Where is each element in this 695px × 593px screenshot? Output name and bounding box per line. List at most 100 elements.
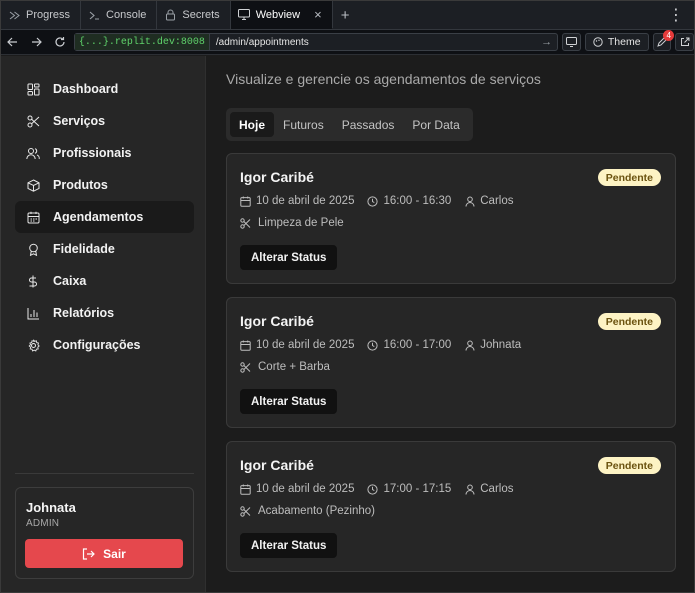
calendar-icon [240,484,251,495]
change-status-button[interactable]: Alterar Status [240,389,338,414]
terminal-icon [88,9,100,21]
tab-progress[interactable]: Progress [1,1,82,29]
logout-button[interactable]: Sair [25,539,183,568]
tab-webview[interactable]: Webview × [230,1,333,29]
user-icon [464,196,475,207]
appointment-time: 17:00 - 17:15 [383,483,452,495]
appointment-date: 10 de abril de 2025 [256,339,355,351]
notifications-button[interactable]: 4 [652,30,675,51]
sidebar-item-servicos[interactable]: Serviços [15,105,194,137]
tab-hoje[interactable]: Hoje [230,112,275,137]
reload-icon[interactable] [48,30,72,55]
tab-label: Console [106,9,147,21]
sidebar-item-fidelidade[interactable]: Fidelidade [15,233,194,265]
theme-button[interactable]: Theme [584,33,649,51]
sidebar-item-label: Configurações [53,338,141,352]
sidebar-item-label: Agendamentos [53,210,144,224]
appointment-time: 16:00 - 17:00 [383,339,452,351]
appointment-card: Igor Caribé Pendente 10 de abril de 2025… [226,441,676,572]
sidebar-item-caixa[interactable]: Caixa [15,265,194,297]
user-icon [464,484,475,495]
appointment-time: 16:00 - 16:30 [383,195,452,207]
change-status-button[interactable]: Alterar Status [240,533,338,558]
client-name: Igor Caribé [240,313,314,329]
sidebar-item-produtos[interactable]: Produtos [15,169,194,201]
sidebar: Dashboard Serviços Profissionais Produto… [1,56,206,592]
palette-icon [593,37,603,47]
forward-icon[interactable] [25,30,49,55]
appointment-date: 10 de abril de 2025 [256,195,355,207]
devtools-icon[interactable] [562,33,581,51]
sidebar-divider [15,473,194,474]
tab-futuros[interactable]: Futuros [274,112,333,137]
tab-passados[interactable]: Passados [333,112,404,137]
clock-icon [367,339,379,351]
go-arrow-icon[interactable]: → [541,36,557,48]
logout-label: Sair [103,546,126,561]
appointment-tabs: Hoje Futuros Passados Por Data [226,108,473,141]
tab-console[interactable]: Console [81,1,158,29]
sidebar-item-label: Fidelidade [53,242,115,256]
clock-icon [367,483,379,495]
tab-secrets[interactable]: Secrets [157,1,231,29]
appointment-professional: Johnata [480,339,522,351]
close-icon[interactable]: × [314,8,322,21]
appointment-card: Igor Caribé Pendente 10 de abril de 2025… [226,153,676,284]
calendar-icon [240,196,251,207]
user-icon [464,340,475,351]
sidebar-item-dashboard[interactable]: Dashboard [15,73,194,105]
users-icon [26,146,40,160]
scissors-icon [240,361,251,373]
tab-por-data[interactable]: Por Data [403,112,468,137]
status-badge: Pendente [597,457,661,474]
sidebar-item-agendamentos[interactable]: Agendamentos [15,201,194,233]
calendar-icon [240,340,251,351]
tab-label: Webview [255,8,301,21]
sidebar-nav: Dashboard Serviços Profissionais Produto… [15,73,194,361]
url-host: {...}.replit.dev:8008 [74,34,210,50]
service-name: Limpeza de Pele [258,217,344,229]
appointment-professional: Carlos [480,195,514,207]
appointment-service: Corte + Barba [240,361,330,373]
scissors-icon [26,114,40,128]
main-content: Visualize e gerencie os agendamentos de … [207,56,694,592]
tab-label: Progress [26,9,71,21]
appointment-service: Limpeza de Pele [240,217,344,229]
appointment-service: Acabamento (Pezinho) [240,505,375,517]
appointment-professional: Carlos [480,483,514,495]
notification-badge: 4 [663,30,675,41]
new-tab-button[interactable]: + [333,1,358,29]
dollar-icon [26,274,40,288]
tab-label: Secrets [182,9,220,21]
sidebar-item-label: Dashboard [53,82,119,96]
settings-icon [26,338,40,352]
sidebar-item-label: Caixa [53,274,87,288]
sidebar-item-label: Profissionais [53,146,132,160]
progress-icon [8,9,20,21]
appointment-meta: 10 de abril de 2025 17:00 - 17:15 Carlos [240,483,526,495]
address-bar: {...}.replit.dev:8008 /admin/appointment… [1,30,695,55]
more-options-icon[interactable]: ⋮ [668,1,694,29]
appointment-meta: 10 de abril de 2025 16:00 - 17:00 Johnat… [240,339,534,351]
client-name: Igor Caribé [240,457,314,473]
url-path: /admin/appointments [215,36,309,48]
clock-icon [367,195,379,207]
browser-tab-bar: Progress Console Secrets Webview × + ⋮ [1,1,694,30]
sidebar-item-label: Produtos [53,178,108,192]
bar-chart-icon [26,306,40,320]
user-name: Johnata [26,500,76,515]
monitor-icon [237,9,250,21]
url-field[interactable]: {...}.replit.dev:8008 /admin/appointment… [73,33,559,51]
user-card: Johnata ADMIN Sair [15,487,194,579]
sidebar-item-configuracoes[interactable]: Configurações [15,329,194,361]
open-external-icon[interactable] [675,33,695,51]
appointment-card: Igor Caribé Pendente 10 de abril de 2025… [226,297,676,428]
appointment-meta: 10 de abril de 2025 16:00 - 16:30 Carlos [240,195,526,207]
sidebar-item-relatorios[interactable]: Relatórios [15,297,194,329]
appointment-date: 10 de abril de 2025 [256,483,355,495]
sidebar-item-profissionais[interactable]: Profissionais [15,137,194,169]
change-status-button[interactable]: Alterar Status [240,245,338,270]
service-name: Corte + Barba [258,361,330,373]
back-icon[interactable] [1,30,25,55]
scissors-icon [240,505,251,517]
